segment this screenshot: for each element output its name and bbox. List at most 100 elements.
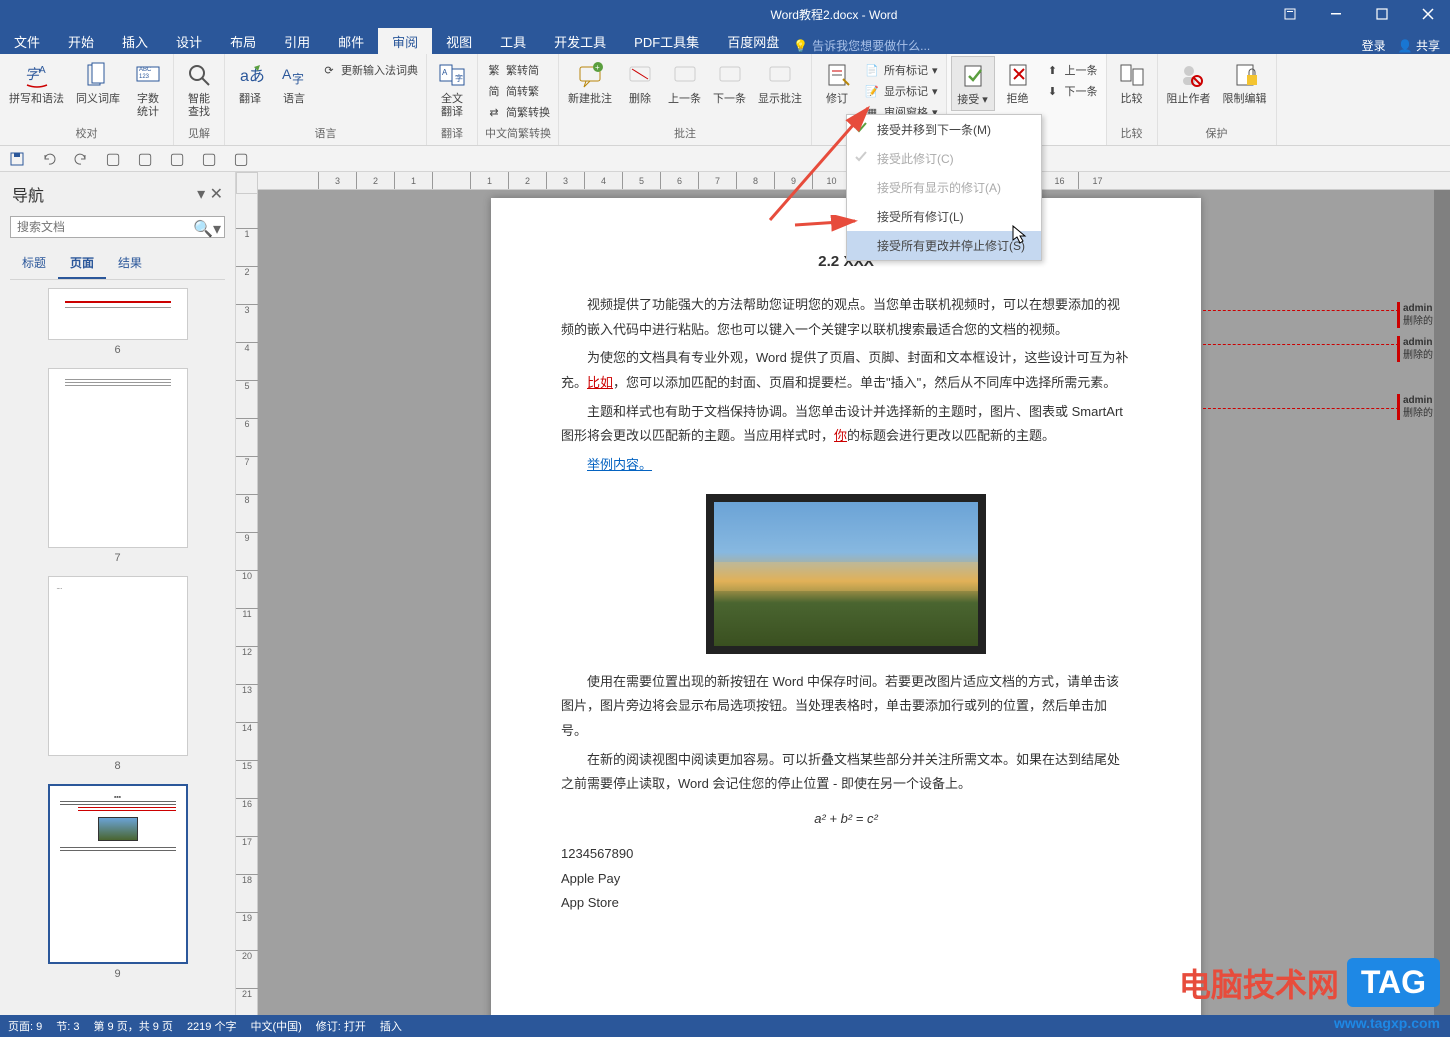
revision-balloon[interactable]: admin 2 删除的内容: <box>1403 302 1434 328</box>
tab-home[interactable]: 开始 <box>54 28 108 54</box>
block-authors-btn[interactable]: 阻止作者 <box>1162 56 1216 109</box>
undo-btn[interactable] <box>38 148 60 170</box>
tab-developer[interactable]: 开发工具 <box>540 28 620 54</box>
qat-btn[interactable]: ▢ <box>102 148 124 170</box>
status-words[interactable]: 2219 个字 <box>187 1018 237 1034</box>
inline-image[interactable] <box>706 494 986 654</box>
prev-comment-btn[interactable]: 上一条 <box>663 56 706 109</box>
document-title: Word教程2.docx - Word <box>400 6 1268 23</box>
trad-simp-btn[interactable]: 繁繁转简 <box>482 60 554 80</box>
new-comment-btn[interactable]: + 新建批注 <box>563 56 617 109</box>
tab-pdfkit[interactable]: PDF工具集 <box>620 28 713 54</box>
tab-pages[interactable]: 页面 <box>58 248 106 279</box>
status-tracking[interactable]: 修订: 打开 <box>316 1018 366 1034</box>
close-btn[interactable] <box>1406 0 1450 28</box>
group-chinese: 繁繁转简 简简转繁 ⇄简繁转换 中文简繁转换 <box>478 54 559 145</box>
tab-insert[interactable]: 插入 <box>108 28 162 54</box>
nav-close-btn[interactable]: ▾ ✕ <box>197 184 223 204</box>
save-btn[interactable] <box>6 148 28 170</box>
prev-change-icon: ⬆ <box>1045 62 1061 78</box>
show-comment-btn[interactable]: 显示批注 <box>753 56 807 109</box>
spelling-btn[interactable]: 字A 拼写和语法 <box>4 56 69 109</box>
compare-btn[interactable]: 比较 <box>1111 56 1153 109</box>
accept-btn[interactable]: 接受 ▾ <box>951 56 995 111</box>
page-thumbnail[interactable]: xxx <box>48 784 188 964</box>
status-page[interactable]: 页面: 9 <box>8 1018 42 1034</box>
menu-tabs: 文件 开始 插入 设计 布局 引用 邮件 审阅 视图 工具 开发工具 PDF工具… <box>0 28 1450 54</box>
status-pages[interactable]: 第 9 页，共 9 页 <box>93 1018 172 1034</box>
tab-baidu[interactable]: 百度网盘 <box>713 28 793 54</box>
lightbulb-icon: 💡 <box>793 39 808 53</box>
simp-trad-btn[interactable]: 简简转繁 <box>482 81 554 101</box>
comment-icon: + <box>574 59 606 91</box>
minimize-btn[interactable] <box>1314 0 1358 28</box>
prev-change-btn[interactable]: ⬆上一条 <box>1041 60 1102 80</box>
qat-btn[interactable]: ▢ <box>134 148 156 170</box>
status-section[interactable]: 节: 3 <box>56 1018 79 1034</box>
tab-design[interactable]: 设计 <box>162 28 216 54</box>
qat-btn[interactable]: ▢ <box>230 148 252 170</box>
qat-btn[interactable]: ▢ <box>198 148 220 170</box>
convert-btn[interactable]: ⇄简繁转换 <box>482 102 554 122</box>
show-markup-btn[interactable]: 📝显示标记▾ <box>860 81 942 101</box>
page-thumbnail[interactable]: .... <box>48 576 188 756</box>
restrict-edit-btn[interactable]: 限制编辑 <box>1218 56 1272 109</box>
markup-dropdown[interactable]: 📄所有标记▾ <box>860 60 942 80</box>
tab-references[interactable]: 引用 <box>270 28 324 54</box>
language-btn[interactable]: A字 语言 <box>273 56 315 109</box>
hyperlink[interactable]: 举例内容。 <box>587 457 652 472</box>
group-fulltranslate: A字 全文 翻译 翻译 <box>427 54 478 145</box>
smartlookup-btn[interactable]: 智能 查找 <box>178 56 220 122</box>
nav-search: 🔍▾ <box>10 216 225 238</box>
next-comment-btn[interactable]: 下一条 <box>708 56 751 109</box>
tab-review[interactable]: 审阅 <box>378 28 432 54</box>
maximize-btn[interactable] <box>1360 0 1404 28</box>
accept-move-next[interactable]: 接受并移到下一条(M) <box>847 115 1041 144</box>
svg-text:字: 字 <box>455 73 463 83</box>
tab-file[interactable]: 文件 <box>0 28 54 54</box>
document-page[interactable]: 2.2 XXX 视频提供了功能强大的方法帮助您证明您的观点。当您单击联机视频时，… <box>491 198 1201 1015</box>
update-ime-btn[interactable]: ⟳ 更新输入法词典 <box>317 60 422 80</box>
ruler-corner[interactable] <box>236 172 258 194</box>
login-link[interactable]: 登录 <box>1362 37 1386 54</box>
tab-results[interactable]: 结果 <box>106 248 154 279</box>
share-link[interactable]: 👤 共享 <box>1398 37 1440 54</box>
tab-view[interactable]: 视图 <box>432 28 486 54</box>
search-icon[interactable]: 🔍▾ <box>193 219 221 239</box>
fullpage-translate-btn[interactable]: A字 全文 翻译 <box>431 56 473 122</box>
nav-title: 导航 <box>12 182 44 206</box>
tab-headings[interactable]: 标题 <box>10 248 58 279</box>
page-thumbnail[interactable] <box>48 368 188 548</box>
track-changes-btn[interactable]: 修订 <box>816 56 858 109</box>
thesaurus-btn[interactable]: 同义词库 <box>71 56 125 109</box>
tab-mailings[interactable]: 邮件 <box>324 28 378 54</box>
redo-btn[interactable] <box>70 148 92 170</box>
qat-btn[interactable]: ▢ <box>166 148 188 170</box>
next-icon <box>714 59 746 91</box>
paragraph: 视频提供了功能强大的方法帮助您证明您的观点。当您单击联机视频时，可以在想要添加的… <box>561 293 1131 342</box>
wordcount-btn[interactable]: ABC123 字数 统计 <box>127 56 169 122</box>
translate-btn[interactable]: aあ 翻译 <box>229 56 271 109</box>
page-thumbnail[interactable] <box>48 288 188 340</box>
revision-balloon[interactable]: admin 2 删除的内容: 例如 <box>1403 336 1434 362</box>
delete-comment-btn[interactable]: 删除 <box>619 56 661 109</box>
refresh-icon: ⟳ <box>321 62 337 78</box>
list-item: App Store <box>561 891 1131 916</box>
status-lang[interactable]: 中文(中国) <box>250 1018 301 1034</box>
accept-icon <box>957 60 989 92</box>
ribbon-options-btn[interactable] <box>1268 0 1312 28</box>
document-scroll[interactable]: 2.2 XXX 视频提供了功能强大的方法帮助您证明您的观点。当您单击联机视频时，… <box>258 190 1434 1015</box>
paragraph: 主题和样式也有助于文档保持协调。当您单击设计并选择新的主题时，图片、图表或 Sm… <box>561 400 1131 449</box>
ruler-vertical[interactable]: 123456789101112131415161718192021 <box>236 190 258 1015</box>
person-icon: 👤 <box>1398 39 1413 53</box>
status-insert[interactable]: 插入 <box>380 1018 402 1034</box>
fullpage-translate-icon: A字 <box>436 59 468 91</box>
reject-btn[interactable]: 拒绝 <box>997 56 1039 109</box>
revision-balloon[interactable]: admin 2 删除的内容: 您 <box>1403 394 1434 420</box>
tab-tools[interactable]: 工具 <box>486 28 540 54</box>
group-insights: 智能 查找 见解 <box>174 54 225 145</box>
tab-layout[interactable]: 布局 <box>216 28 270 54</box>
formula: a² + b² = c² <box>561 807 1131 832</box>
tell-me[interactable]: 💡 告诉我您想要做什么... <box>793 37 930 54</box>
next-change-btn[interactable]: ⬇下一条 <box>1041 81 1102 101</box>
